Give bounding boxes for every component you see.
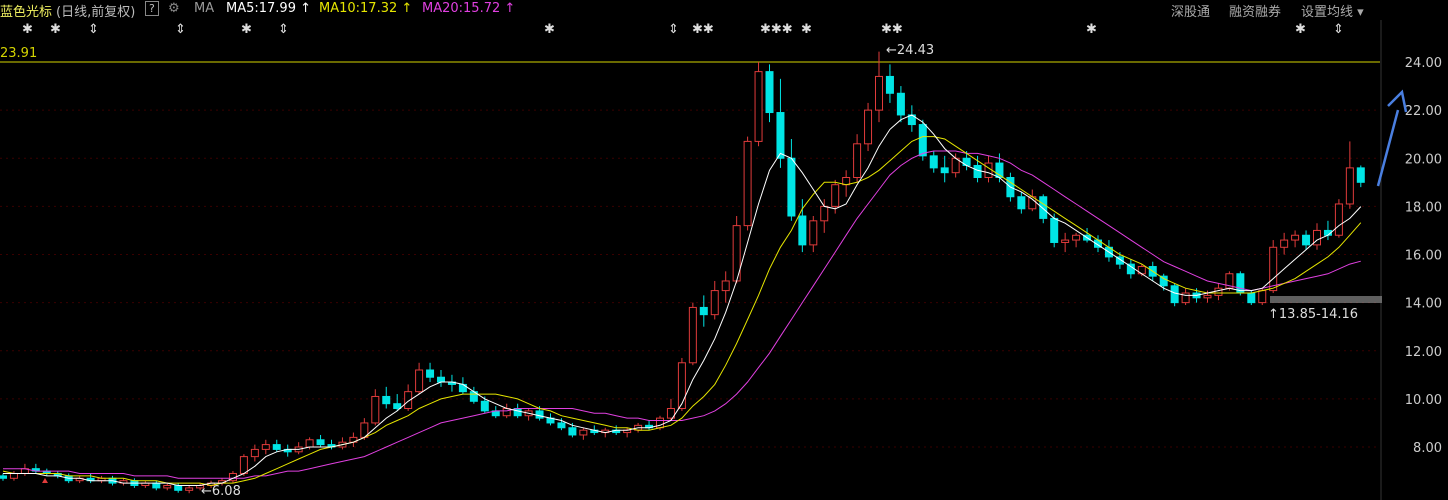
candle-body[interactable] [929, 155, 938, 169]
candle-body[interactable] [174, 485, 183, 491]
candle-body[interactable] [272, 444, 281, 450]
candle-body[interactable] [1302, 234, 1311, 246]
candle-body[interactable] [1334, 203, 1343, 236]
candle-body[interactable] [415, 369, 424, 393]
candle-body[interactable] [250, 448, 259, 458]
candle-body[interactable] [152, 482, 161, 489]
candle-body[interactable] [798, 215, 807, 246]
y-tick-label: 20.00 [1405, 152, 1442, 167]
candle-body[interactable] [754, 71, 763, 142]
candle-body[interactable] [721, 280, 730, 292]
candle-body[interactable] [480, 400, 489, 412]
candle-body[interactable] [437, 376, 445, 383]
candle-body[interactable] [1017, 196, 1026, 210]
candle-body[interactable] [787, 157, 796, 217]
candle-body[interactable] [239, 456, 248, 474]
high-label: ←24.43 [886, 43, 934, 58]
candle-body[interactable] [535, 410, 544, 419]
candle-body[interactable] [579, 429, 588, 436]
ma5-line [3, 114, 1362, 486]
candle-body[interactable] [1247, 292, 1256, 304]
candle-body[interactable] [1269, 246, 1278, 292]
candle-body[interactable] [875, 75, 883, 111]
candle-body[interactable] [305, 439, 314, 448]
candle-body[interactable] [557, 422, 566, 429]
y-tick-label: 22.00 [1405, 104, 1442, 119]
candle-body[interactable] [382, 395, 391, 405]
candle-body[interactable] [426, 369, 435, 378]
candle-body[interactable] [677, 362, 686, 409]
candle-body[interactable] [1170, 285, 1179, 304]
candle-body[interactable] [1280, 239, 1289, 248]
candle-body[interactable] [1203, 294, 1212, 299]
high-line-label: 23.91 [0, 46, 37, 61]
y-tick-label: 8.00 [1413, 441, 1442, 456]
candle-body[interactable] [1258, 290, 1267, 304]
candle-body[interactable] [513, 408, 522, 417]
y-tick-label: 10.00 [1405, 393, 1442, 408]
ma20-line [3, 150, 1361, 479]
trend-arrow-head-icon [1387, 89, 1408, 113]
candle-body[interactable] [743, 140, 752, 227]
candle-body[interactable] [699, 306, 708, 316]
kline-chart[interactable]: 23.91 24.00 22.00 20.00 18.00 16.00 14.00 12.0… [0, 0, 1448, 500]
candle-body[interactable] [940, 167, 949, 174]
candle-body[interactable] [918, 124, 927, 157]
candle-body[interactable] [1345, 167, 1354, 205]
candle-body[interactable] [502, 408, 511, 417]
candle-body[interactable] [688, 306, 697, 364]
candle-body[interactable] [9, 472, 18, 479]
candle-body[interactable] [568, 427, 577, 436]
range-label: ↑13.85-14.16 [1268, 307, 1358, 322]
candle-body[interactable] [1126, 263, 1135, 275]
ma10-line [2, 136, 1362, 487]
candle-body[interactable] [973, 164, 982, 178]
candle-body[interactable] [809, 220, 818, 246]
candle-body[interactable] [1214, 287, 1223, 296]
candle-body[interactable] [885, 75, 894, 94]
candle-body[interactable] [831, 184, 840, 207]
up-marker-icon [42, 478, 48, 483]
candle-body[interactable] [1356, 167, 1365, 183]
candle-body[interactable] [765, 71, 774, 114]
candle-body[interactable] [820, 205, 829, 222]
candle-body[interactable] [853, 143, 862, 178]
y-tick-label: 16.00 [1405, 249, 1442, 264]
candle-body[interactable] [185, 487, 194, 491]
candle-body[interactable] [1072, 234, 1081, 241]
candle-body[interactable] [984, 162, 993, 178]
candle-body[interactable] [1061, 239, 1070, 243]
y-tick-label: 12.00 [1405, 345, 1442, 360]
candle-body[interactable] [371, 395, 380, 424]
candle-body[interactable] [261, 444, 270, 450]
low-label: ←6.08 [201, 484, 241, 499]
candle-body[interactable] [896, 92, 905, 116]
candle-body[interactable] [864, 109, 873, 145]
candle-body[interactable] [710, 290, 719, 316]
candle-body[interactable] [776, 112, 785, 159]
candle-body[interactable] [842, 177, 851, 186]
y-tick-label: 24.00 [1405, 56, 1442, 71]
y-tick-label: 18.00 [1405, 200, 1442, 215]
candle-body[interactable] [0, 475, 7, 479]
candle-body[interactable] [316, 439, 325, 446]
y-tick-label: 14.00 [1405, 297, 1442, 312]
candle-body[interactable] [1159, 275, 1168, 287]
candle-body[interactable] [1050, 217, 1059, 243]
candle-body[interactable] [1291, 234, 1300, 241]
support-range-band [1270, 296, 1382, 303]
candle-body[interactable] [393, 403, 402, 409]
candle-body[interactable] [1039, 196, 1048, 219]
candle-body[interactable] [163, 485, 172, 489]
